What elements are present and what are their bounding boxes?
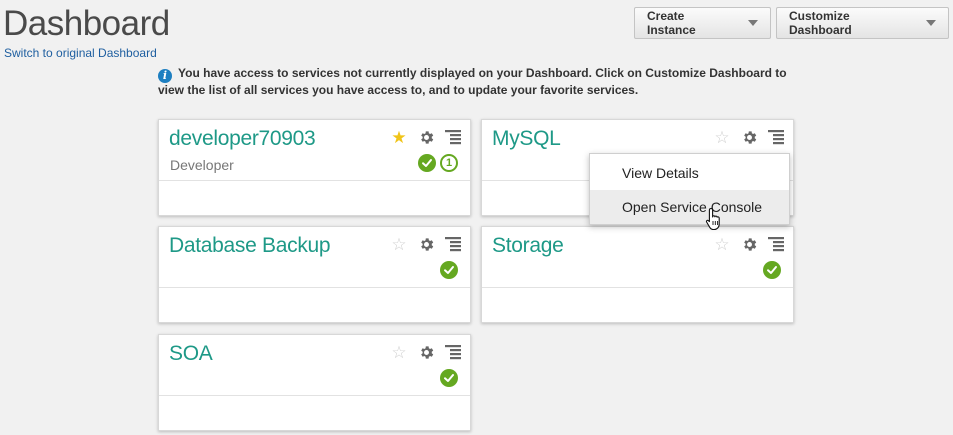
- list-menu-icon[interactable]: [444, 343, 462, 361]
- customize-dashboard-label: Customize Dashboard: [789, 9, 852, 37]
- service-subtitle: Developer: [170, 157, 234, 173]
- service-name[interactable]: SOA: [169, 342, 213, 366]
- create-instance-label: Create Instance: [647, 9, 696, 37]
- list-menu-icon[interactable]: [444, 235, 462, 253]
- checkmark-circle-icon: [440, 369, 458, 387]
- service-tile-database-backup: Database Backup ☆: [158, 226, 471, 323]
- customize-dashboard-button[interactable]: Customize Dashboard: [776, 7, 949, 39]
- notification-count-badge[interactable]: 1: [440, 154, 458, 172]
- gear-icon[interactable]: [417, 235, 435, 253]
- gear-icon[interactable]: [417, 343, 435, 361]
- list-menu-icon[interactable]: [767, 235, 785, 253]
- chevron-down-icon: [748, 20, 758, 26]
- status-row: [763, 261, 781, 279]
- service-tile-storage: Storage ☆: [481, 226, 794, 323]
- switch-dashboard-link[interactable]: Switch to original Dashboard: [4, 46, 157, 60]
- page-title: Dashboard: [3, 4, 170, 43]
- list-menu-icon[interactable]: [767, 128, 785, 146]
- tile-divider: [482, 287, 793, 288]
- info-message-text: You have access to services not currentl…: [158, 66, 787, 97]
- star-icon[interactable]: ☆: [390, 235, 408, 253]
- gear-icon[interactable]: [740, 128, 758, 146]
- service-tile-soa: SOA ☆: [158, 334, 471, 431]
- tile-divider: [159, 180, 470, 181]
- checkmark-circle-icon: [440, 261, 458, 279]
- hand-cursor-icon: [705, 207, 720, 231]
- menu-item-open-service-console[interactable]: Open Service Console: [590, 190, 789, 224]
- service-name[interactable]: developer70903: [169, 127, 316, 151]
- chevron-down-icon: [926, 20, 936, 26]
- create-instance-button[interactable]: Create Instance: [634, 7, 771, 39]
- gear-icon[interactable]: [740, 235, 758, 253]
- tile-divider: [159, 287, 470, 288]
- tile-actions: ☆: [713, 235, 785, 253]
- star-icon[interactable]: ☆: [390, 343, 408, 361]
- info-message: i You have access to services not current…: [158, 66, 798, 98]
- tile-context-menu: View Details Open Service Console: [589, 153, 790, 225]
- gear-icon[interactable]: [417, 128, 435, 146]
- star-icon[interactable]: ☆: [713, 128, 731, 146]
- tile-actions: ☆: [390, 235, 462, 253]
- checkmark-circle-icon: [763, 261, 781, 279]
- star-icon[interactable]: ★: [390, 128, 408, 146]
- tile-actions: ☆: [390, 343, 462, 361]
- status-row: [440, 261, 458, 279]
- status-row: [440, 369, 458, 387]
- list-menu-icon[interactable]: [444, 128, 462, 146]
- service-name[interactable]: Storage: [492, 234, 564, 258]
- info-icon: i: [158, 68, 172, 83]
- service-name[interactable]: Database Backup: [169, 234, 331, 258]
- status-row: 1: [418, 154, 458, 172]
- tile-divider: [159, 395, 470, 396]
- menu-item-view-details[interactable]: View Details: [590, 156, 789, 190]
- tile-actions: ☆: [713, 128, 785, 146]
- service-name[interactable]: MySQL: [492, 127, 561, 151]
- service-tile-developer70903: developer70903 Developer ★ 1: [158, 119, 471, 216]
- checkmark-circle-icon: [418, 154, 436, 172]
- tile-actions: ★: [390, 128, 462, 146]
- star-icon[interactable]: ☆: [713, 235, 731, 253]
